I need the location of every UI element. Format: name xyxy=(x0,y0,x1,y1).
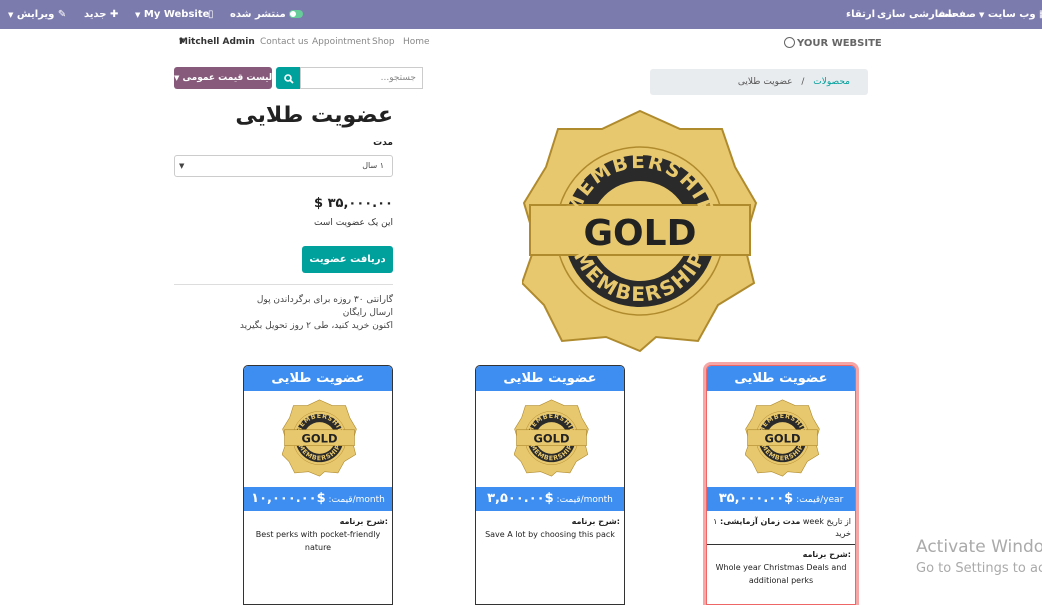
plan-desc-label: شرح برنامه: xyxy=(339,517,388,526)
price-note: این یک عضویت است xyxy=(313,218,393,228)
activation-watermark-subtext: Go to Settings to ac xyxy=(916,561,1042,576)
plan-desc-label: شرح برنامه: xyxy=(802,550,851,559)
plan-period: /year xyxy=(820,495,844,505)
published-label: منتشر شده xyxy=(230,9,286,20)
edit-label: ویرایش xyxy=(16,9,55,20)
plus-icon: ✚ xyxy=(110,9,119,20)
site-logo[interactable]: YOUR WEBSITE xyxy=(784,37,882,49)
caret-down-icon: ▼ xyxy=(179,162,185,170)
new-button[interactable]: جدید ✚ xyxy=(84,0,118,29)
pricelist-dropdown[interactable]: ▼ لیست قیمت عمومی xyxy=(174,67,272,89)
product-notes: گارانتی ۳۰ روزه برای برگرداندن پول ارسال… xyxy=(174,294,393,333)
plan-desc-text: Whole year Christmas Deals and additiona… xyxy=(715,563,847,585)
plan-price-label: قیمت: xyxy=(328,495,353,505)
membership-badge-image xyxy=(522,109,758,353)
plan-title: عضویت طلایی xyxy=(707,366,855,391)
nav-appointment[interactable]: Appointment xyxy=(312,37,370,47)
breadcrumb: محصولات / عضویت طلایی xyxy=(650,69,868,95)
note-line: اکنون خرید کنید، طی ۲ روز تحویل بگیرید xyxy=(239,321,393,331)
breadcrumb-current: عضویت طلایی xyxy=(737,77,793,87)
pencil-icon: ✎ xyxy=(57,9,67,20)
membership-badge-image xyxy=(514,399,589,477)
nav-home[interactable]: Home xyxy=(403,37,430,47)
plan-description: شرح برنامه: Whole year Christmas Deals a… xyxy=(707,548,855,587)
plan-card[interactable]: عضویت طلایی قیمت: $۳,۵۰۰.۰۰/month شرح بر… xyxy=(475,365,625,605)
get-membership-button[interactable]: دریافت عضویت xyxy=(302,246,393,273)
note-line: گارانتی ۳۰ روزه برای برگرداندن پول xyxy=(256,295,393,305)
plan-price-value: $۱۰,۰۰۰.۰۰ xyxy=(251,491,326,506)
plan-period: /month xyxy=(580,495,613,505)
user-name: Mitchell Admin xyxy=(179,37,255,47)
breadcrumb-products[interactable]: محصولات xyxy=(813,77,850,87)
caret-down-icon: ▼ xyxy=(174,74,180,82)
plan-price-value: $۳,۵۰۰.۰۰ xyxy=(487,491,554,506)
plan-price-label: قیمت: xyxy=(556,495,581,505)
nav-contact[interactable]: Contact us xyxy=(260,37,308,47)
trial-prefix: از تاریخ week xyxy=(802,517,851,526)
plan-price: قیمت: $۱۰,۰۰۰.۰۰/month xyxy=(244,487,392,511)
duration-label: مدت xyxy=(373,138,393,148)
membership-badge-image xyxy=(745,399,820,477)
plan-price: قیمت: $۳۵,۰۰۰.۰۰/year xyxy=(707,487,855,511)
plan-price-label: قیمت: xyxy=(796,495,821,505)
caret-down-icon: ▼ xyxy=(135,11,141,19)
plan-title: عضویت طلایی xyxy=(476,366,624,391)
plan-title: عضویت طلایی xyxy=(244,366,392,391)
website-menu-label: وب سایت xyxy=(987,9,1036,20)
caret-down-icon: ▼ xyxy=(979,11,985,19)
divider xyxy=(174,284,393,285)
search-button[interactable] xyxy=(276,67,301,89)
trial-label: مدت زمان آزمایشی: xyxy=(720,517,801,526)
plan-card[interactable]: عضویت طلایی قیمت: $۱۰,۰۰۰.۰۰/month شرح ب… xyxy=(243,365,393,605)
divider xyxy=(707,544,855,545)
publish-toggle[interactable]: منتشر شده xyxy=(230,0,306,29)
site-nav: ▼ Mitchell Admin Contact us Appointment … xyxy=(0,37,1042,53)
promote-menu[interactable]: ارتقاء xyxy=(846,0,875,29)
duration-select[interactable]: ۱ سال ▼ xyxy=(174,155,393,177)
plan-trial: از تاریخ week مدت زمان آزمایشی: ۱ خرید xyxy=(707,516,855,540)
plan-description: شرح برنامه: Save A lot by choosing this … xyxy=(476,515,624,541)
plan-desc-label: شرح برنامه: xyxy=(571,517,620,526)
plan-price-value: $۳۵,۰۰۰.۰۰ xyxy=(718,491,794,506)
logo-text: YOUR WEBSITE xyxy=(797,38,882,49)
customize-menu[interactable]: سفارشی سازی xyxy=(877,0,956,29)
admin-topbar: ▼ وب سایت ▦ صفحات سفارشی سازی ارتقاء منت… xyxy=(0,0,1042,29)
new-label: جدید xyxy=(84,9,107,20)
duration-value: ۱ سال xyxy=(362,161,384,170)
membership-badge-image xyxy=(282,399,357,477)
breadcrumb-separator: / xyxy=(801,77,805,87)
plan-desc-text: Save A lot by choosing this pack xyxy=(485,530,615,539)
website-menu[interactable]: ▼ وب سایت ▦ xyxy=(979,0,1042,29)
nav-shop[interactable]: Shop xyxy=(372,37,395,47)
product-title: عضویت طلایی xyxy=(235,103,393,128)
plan-description: شرح برنامه: Best perks with pocket-frien… xyxy=(244,515,392,554)
product-price: $ ۳۵,۰۰۰.۰۰ xyxy=(314,196,393,211)
plan-price: قیمت: $۳,۵۰۰.۰۰/month xyxy=(476,487,624,511)
my-website-label: My Website xyxy=(143,9,210,20)
plan-period: /month xyxy=(352,495,385,505)
globe-icon xyxy=(784,37,795,48)
activation-watermark: Activate Windo xyxy=(916,537,1042,557)
my-website-menu[interactable]: ▼ My Website xyxy=(135,0,209,29)
note-line: ارسال رایگان xyxy=(342,308,393,318)
plan-desc-text: Best perks with pocket-friendly nature xyxy=(255,530,381,552)
toggle-icon xyxy=(289,10,304,18)
caret-down-icon: ▼ xyxy=(8,11,14,19)
search-input[interactable]: جستجو... xyxy=(300,67,423,89)
plan-card[interactable]: عضویت طلایی قیمت: $۳۵,۰۰۰.۰۰/year از تار… xyxy=(706,365,856,605)
edit-button[interactable]: ▼ ویرایش ✎ xyxy=(8,0,66,29)
pricelist-label: لیست قیمت عمومی xyxy=(182,73,273,83)
search-icon xyxy=(283,74,294,84)
